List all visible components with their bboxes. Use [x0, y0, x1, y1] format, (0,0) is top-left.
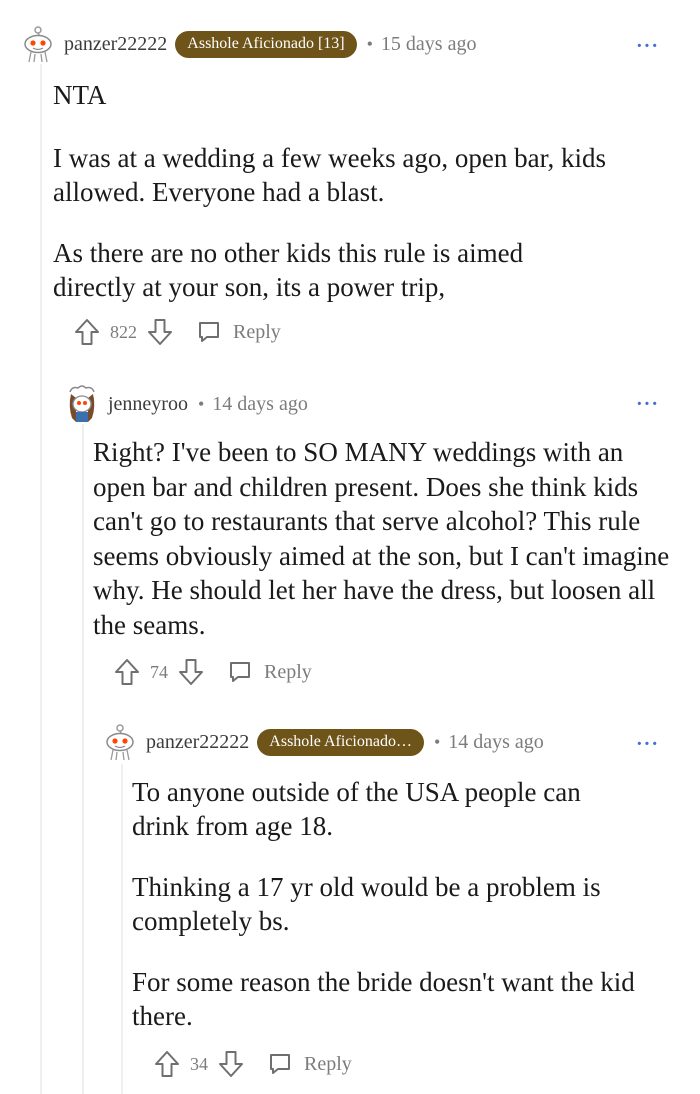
comment-actions: 822 Reply	[74, 312, 281, 352]
timestamp[interactable]: 14 days ago	[212, 393, 308, 416]
comment-meta: panzer22222 Asshole Aficionado [13] • 15…	[20, 24, 476, 64]
downvote-arrow-icon[interactable]	[218, 1050, 244, 1078]
upvote-arrow-icon[interactable]	[114, 658, 140, 686]
vote-score: 74	[150, 661, 168, 682]
comment-actions: 34 Reply	[154, 1044, 352, 1084]
username[interactable]: panzer22222	[64, 33, 167, 56]
comment-body: NTA I was at a wedding a few weeks ago, …	[53, 78, 673, 304]
thread-line-level-2[interactable]	[82, 424, 84, 1094]
comment-paragraph: For some reason the bride doesn't want t…	[132, 967, 635, 1031]
user-flair: Asshole Aficionado [13]	[175, 30, 357, 58]
separator-dot: •	[197, 393, 205, 414]
username[interactable]: jenneyroo	[108, 393, 188, 416]
username[interactable]: panzer22222	[146, 731, 249, 754]
reply-bubble-icon	[230, 662, 250, 682]
timestamp[interactable]: 14 days ago	[448, 731, 544, 754]
user-avatar-icon[interactable]	[64, 385, 100, 422]
reply-label: Reply	[233, 320, 281, 343]
comment-paragraph: I was at a wedding a few weeks ago, open…	[53, 143, 606, 207]
more-options-button[interactable]: ···	[636, 26, 659, 66]
reply-bubble-icon	[199, 322, 219, 342]
comment-paragraph: Right? I've been to SO MANY weddings wit…	[93, 437, 670, 640]
reply-label: Reply	[264, 660, 312, 683]
reply-button[interactable]: Reply	[197, 320, 281, 344]
reply-label: Reply	[304, 1052, 352, 1075]
reply-bubble-icon	[270, 1054, 290, 1074]
timestamp[interactable]: 15 days ago	[381, 33, 477, 56]
comment-paragraph: To anyone outside of the USA people can …	[132, 777, 581, 841]
comment-body: To anyone outside of the USA people can …	[132, 775, 672, 1033]
snoo-avatar-icon[interactable]	[20, 26, 56, 63]
separator-dot: •	[366, 33, 373, 54]
comment-paragraph: Thinking a 17 yr old would be a problem …	[132, 872, 601, 936]
downvote-arrow-icon[interactable]	[147, 318, 173, 346]
vote-score: 34	[190, 1053, 208, 1074]
separator-dot: •	[433, 731, 441, 752]
comment-paragraph: NTA	[53, 80, 107, 110]
user-flair: Asshole Aficionado…	[257, 728, 424, 756]
reply-button[interactable]: Reply	[228, 660, 312, 684]
more-options-button[interactable]: ···	[636, 724, 659, 764]
more-options-button[interactable]: ···	[636, 384, 659, 424]
snoo-avatar-icon[interactable]	[102, 724, 138, 761]
upvote-arrow-icon[interactable]	[154, 1050, 180, 1078]
comment-meta: jenneyroo • 14 days ago	[64, 384, 308, 424]
thread-line-level-3[interactable]	[121, 764, 123, 1094]
vote-score: 822	[110, 321, 137, 342]
downvote-arrow-icon[interactable]	[178, 658, 204, 686]
comment-body: Right? I've been to SO MANY weddings wit…	[93, 435, 673, 642]
comment-paragraph: As there are no other kids this rule is …	[53, 238, 524, 302]
thread-line-level-1[interactable]	[40, 64, 42, 1094]
upvote-arrow-icon[interactable]	[74, 318, 100, 346]
comment-actions: 74 Reply	[114, 652, 312, 692]
comment-meta: panzer22222 Asshole Aficionado… • 14 day…	[102, 722, 544, 762]
reply-button[interactable]: Reply	[268, 1052, 352, 1076]
